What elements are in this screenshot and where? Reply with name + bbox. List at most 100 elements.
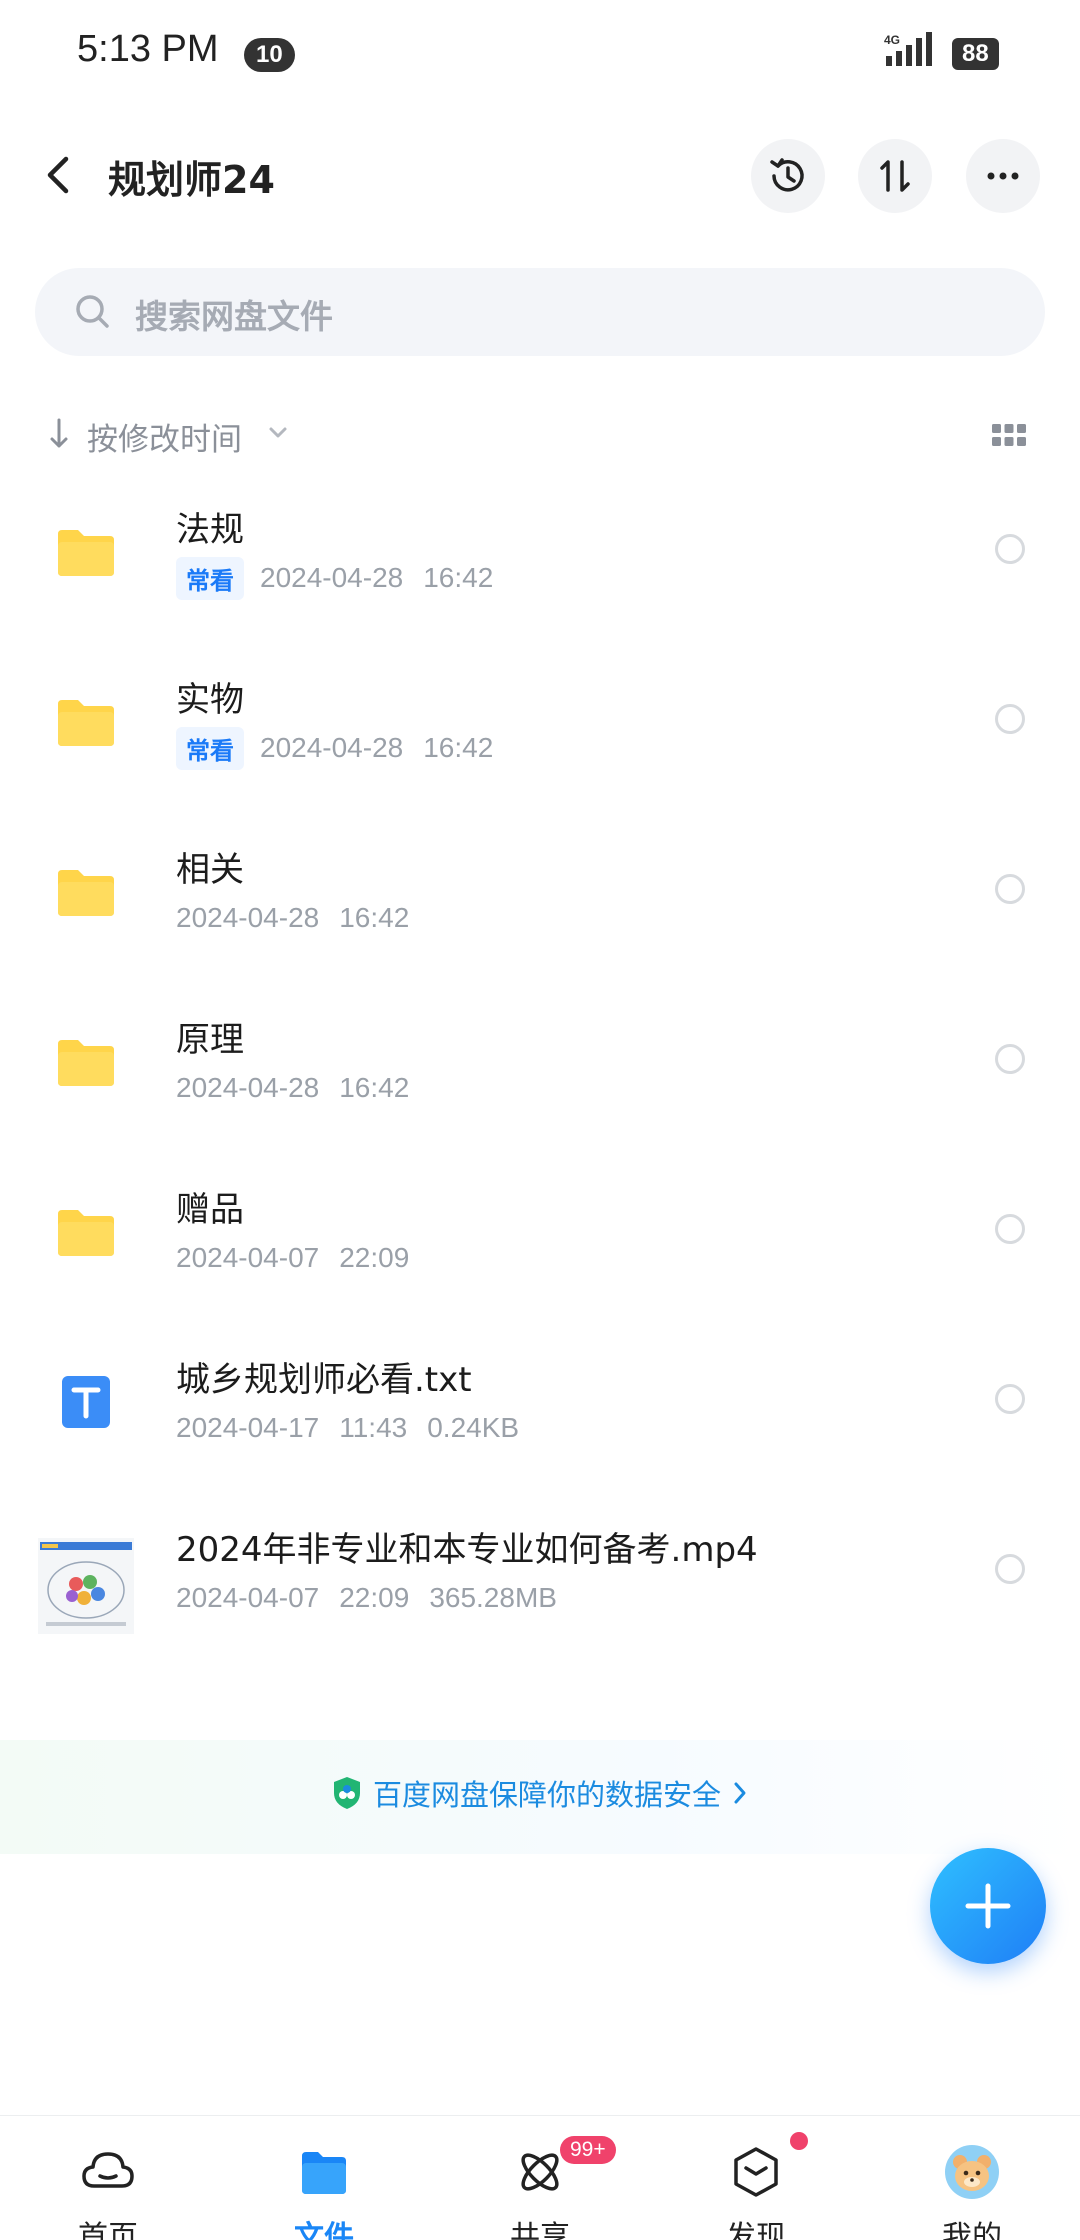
nav-label-discover: 发现	[726, 2220, 786, 2240]
network-label: 4G	[884, 33, 900, 47]
file-name: 城乡规划师必看.txt	[176, 1360, 472, 1400]
nav-item-share[interactable]: 99+ 共享	[432, 2116, 648, 2240]
select-radio[interactable]	[995, 1044, 1025, 1074]
file-meta: 2024-04-28 16:42	[176, 1068, 429, 1108]
cloud-icon	[82, 2152, 134, 2188]
nav-label-me: 我的	[942, 2220, 1002, 2240]
file-list: 法规 常看 2024-04-28 16:42 实物 常看 2024-04-28 …	[0, 480, 1080, 1670]
battery-indicator: 88	[952, 38, 999, 70]
file-time: 22:09	[339, 1582, 410, 1613]
header: 规划师24	[0, 125, 1080, 225]
file-size: 0.24KB	[427, 1412, 520, 1443]
file-meta: 常看 2024-04-28 16:42	[176, 556, 513, 600]
folder-icon	[58, 530, 114, 576]
nav-label-share: 共享	[510, 2220, 570, 2240]
nav-item-discover[interactable]: 发现	[648, 2116, 864, 2240]
share-badge: 99+	[560, 2136, 616, 2164]
discover-notification-dot	[790, 2132, 808, 2150]
file-row[interactable]: 2024年非专业和本专业如何备考.mp4 2024-04-07 22:09 36…	[0, 1500, 1080, 1670]
file-date: 2024-04-28	[260, 562, 404, 593]
add-button[interactable]	[930, 1848, 1046, 1964]
frequent-tag: 常看	[176, 726, 244, 770]
history-icon	[770, 158, 804, 192]
nav-label-home: 首页	[78, 2220, 138, 2240]
file-time: 16:42	[423, 562, 494, 593]
nav-item-me[interactable]: 我的	[864, 2116, 1080, 2240]
sort-icon	[880, 160, 910, 192]
more-button[interactable]	[966, 139, 1040, 213]
select-radio[interactable]	[995, 1554, 1025, 1584]
security-banner-text: 百度网盘保障你的数据安全	[372, 1778, 721, 1812]
search-placeholder: 搜索网盘文件	[135, 297, 333, 336]
select-radio[interactable]	[995, 874, 1025, 904]
sort-button[interactable]	[858, 139, 932, 213]
grid-view-icon[interactable]	[992, 424, 1026, 446]
file-size: 365.28MB	[429, 1582, 557, 1613]
file-row[interactable]: 赠品 2024-04-07 22:09	[0, 1160, 1080, 1330]
select-radio[interactable]	[995, 1384, 1025, 1414]
bottom-nav: 首页 文件 99+ 共享 发现 我的	[0, 2115, 1080, 2240]
select-radio[interactable]	[995, 704, 1025, 734]
file-time: 11:43	[339, 1412, 408, 1443]
file-date: 2024-04-28	[176, 902, 320, 933]
status-time: 5:13 PM	[77, 28, 219, 70]
folder-icon	[302, 2152, 346, 2194]
chevron-right-icon	[734, 1782, 746, 1804]
security-banner[interactable]: 百度网盘保障你的数据安全	[0, 1740, 1080, 1854]
file-meta: 常看 2024-04-28 16:42	[176, 726, 513, 770]
search-bar[interactable]: 搜索网盘文件	[35, 268, 1045, 356]
file-meta: 2024-04-07 22:09 365.28MB	[176, 1578, 577, 1618]
status-bar: 5:13 PM 10 4G 88	[0, 0, 1080, 110]
file-name: 2024年非专业和本专业如何备考.mp4	[176, 1530, 758, 1570]
more-icon	[987, 172, 1019, 180]
file-date: 2024-04-07	[176, 1582, 320, 1613]
file-name: 法规	[176, 510, 244, 550]
file-name: 赠品	[176, 1190, 244, 1230]
folder-icon	[58, 1210, 114, 1256]
file-time: 16:42	[339, 1072, 410, 1103]
nav-label-files: 文件	[294, 2220, 354, 2240]
back-icon[interactable]	[36, 151, 84, 199]
file-date: 2024-04-07	[176, 1242, 320, 1273]
folder-icon	[58, 700, 114, 746]
page-title: 规划师24	[108, 158, 275, 202]
select-radio[interactable]	[995, 1214, 1025, 1244]
file-row[interactable]: 相关 2024-04-28 16:42	[0, 820, 1080, 990]
file-name: 相关	[176, 850, 244, 890]
file-row[interactable]: 实物 常看 2024-04-28 16:42	[0, 650, 1080, 820]
file-row[interactable]: 城乡规划师必看.txt 2024-04-17 11:43 0.24KB	[0, 1330, 1080, 1500]
file-date: 2024-04-28	[176, 1072, 320, 1103]
select-radio[interactable]	[995, 534, 1025, 564]
file-meta: 2024-04-07 22:09	[176, 1238, 429, 1278]
shield-icon	[333, 1777, 360, 1809]
file-meta: 2024-04-17 11:43 0.24KB	[176, 1408, 539, 1448]
nav-item-files[interactable]: 文件	[216, 2116, 432, 2240]
nav-item-home[interactable]: 首页	[0, 2116, 216, 2240]
chevron-down-icon[interactable]	[266, 424, 290, 442]
sort-row: 按修改时间	[0, 410, 1080, 460]
folder-icon	[58, 1040, 114, 1086]
sort-label[interactable]: 按修改时间	[87, 414, 242, 459]
file-time: 16:42	[423, 732, 494, 763]
file-date: 2024-04-17	[176, 1412, 320, 1443]
file-time: 22:09	[339, 1242, 410, 1273]
folder-icon	[58, 870, 114, 916]
file-row[interactable]: 原理 2024-04-28 16:42	[0, 990, 1080, 1160]
signal-icon: 4G	[884, 32, 932, 66]
history-button[interactable]	[751, 139, 825, 213]
file-row[interactable]: 法规 常看 2024-04-28 16:42	[0, 480, 1080, 650]
file-name: 原理	[176, 1020, 244, 1060]
file-time: 16:42	[339, 902, 410, 933]
security-banner-content: 百度网盘保障你的数据安全	[0, 1772, 1080, 1814]
video-thumbnail	[38, 1538, 134, 1634]
file-meta: 2024-04-28 16:42	[176, 898, 429, 938]
file-name: 实物	[176, 680, 244, 720]
frequent-tag: 常看	[176, 556, 244, 600]
plus-icon	[965, 1883, 1011, 1929]
sort-direction-icon[interactable]	[44, 416, 74, 452]
search-icon	[76, 295, 109, 328]
txt-file-icon	[62, 1376, 110, 1428]
notification-count-badge: 10	[244, 38, 295, 72]
discover-icon	[734, 2147, 778, 2197]
file-date: 2024-04-28	[260, 732, 404, 763]
